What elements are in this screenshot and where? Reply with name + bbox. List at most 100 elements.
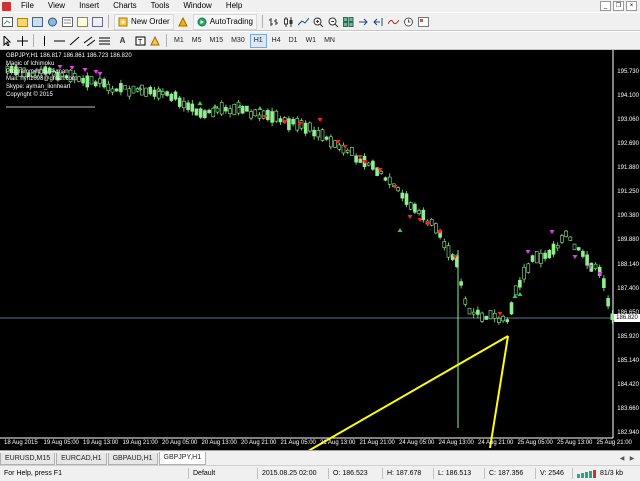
- candle-body: [245, 105, 249, 112]
- menu-insert[interactable]: Insert: [72, 0, 106, 12]
- market-watch-icon[interactable]: [31, 15, 44, 28]
- menu-bar: File View Insert Charts Tools Window Hel…: [0, 0, 640, 12]
- template-icon[interactable]: [417, 15, 430, 28]
- shapes-icon[interactable]: [149, 34, 162, 47]
- menu-file[interactable]: File: [14, 0, 41, 12]
- candle-body: [602, 278, 606, 288]
- x-axis-label: 25 Aug 13:00: [557, 440, 593, 446]
- candle-body: [530, 255, 535, 262]
- channel-icon[interactable]: [83, 34, 96, 47]
- candle-body: [400, 192, 405, 199]
- candle-body: [585, 254, 589, 266]
- y-axis-label: 194.100: [617, 93, 639, 100]
- candle-body: [484, 315, 489, 320]
- scroll-left-icon[interactable]: ◀: [618, 455, 626, 463]
- zoom-out-icon[interactable]: [327, 15, 340, 28]
- candle-body: [459, 281, 463, 286]
- metaeditor-icon[interactable]: [177, 15, 190, 28]
- timeframe-d1[interactable]: D1: [286, 35, 301, 47]
- status-low: L: 186.513: [434, 468, 485, 479]
- horizontal-line-icon[interactable]: [53, 34, 66, 47]
- restore-icon[interactable]: ❐: [613, 1, 624, 11]
- candlestick-icon[interactable]: [282, 15, 295, 28]
- period-icon[interactable]: [402, 15, 415, 28]
- menu-window[interactable]: Window: [176, 0, 218, 12]
- new-chart-icon[interactable]: [1, 15, 14, 28]
- candle-body: [148, 86, 153, 95]
- y-axis-label: 191.880: [617, 165, 639, 172]
- autoscroll-icon[interactable]: [357, 15, 370, 28]
- candle-body: [337, 144, 342, 150]
- price-chart[interactable]: [0, 50, 640, 450]
- timeframe-h1[interactable]: H1: [249, 33, 267, 48]
- chart-shift-icon[interactable]: [372, 15, 385, 28]
- candle-body: [127, 88, 132, 97]
- timeframe-m5[interactable]: M5: [189, 35, 205, 47]
- candle-body: [190, 103, 195, 112]
- candle-body: [581, 250, 585, 257]
- timeframe-m1[interactable]: M1: [171, 35, 187, 47]
- strategy-tester-icon[interactable]: [91, 15, 104, 28]
- arrow-cursor-icon[interactable]: [1, 34, 14, 47]
- minimize-icon[interactable]: _: [600, 1, 611, 11]
- candle-body: [345, 149, 350, 153]
- menu-tools[interactable]: Tools: [144, 0, 177, 12]
- candle-body: [123, 85, 127, 90]
- vertical-line-icon[interactable]: [38, 34, 51, 47]
- new-order-button[interactable]: New Order: [114, 13, 174, 30]
- candle-body: [522, 267, 526, 280]
- candle-body: [295, 118, 300, 131]
- autotrading-button[interactable]: AutoTrading: [192, 13, 257, 30]
- x-axis-label: 24 Aug 13:00: [438, 440, 474, 446]
- candle-body: [593, 263, 598, 269]
- menu-view[interactable]: View: [41, 0, 72, 12]
- label-icon[interactable]: T: [134, 34, 147, 47]
- line-chart-icon[interactable]: [297, 15, 310, 28]
- trendline-icon[interactable]: [68, 34, 81, 47]
- timeframe-w1[interactable]: W1: [303, 35, 320, 47]
- candle-body: [543, 252, 547, 259]
- candle-body: [476, 309, 480, 315]
- candle-body: [429, 218, 434, 226]
- timeframe-m30[interactable]: M30: [228, 35, 248, 47]
- timeframe-h4[interactable]: H4: [269, 35, 284, 47]
- info-line: Mail: nyh1698@gmail.com: [6, 76, 77, 83]
- tab-gbpaud-h1[interactable]: GBPAUD,H1: [107, 453, 158, 465]
- candle-body: [358, 158, 363, 163]
- candle-body: [488, 310, 493, 320]
- candle-body: [316, 130, 321, 138]
- y-axis-label: 189.880: [617, 237, 639, 244]
- candle-body: [526, 263, 531, 273]
- candle-body: [98, 78, 102, 84]
- menu-help[interactable]: Help: [219, 0, 249, 12]
- candle-body: [186, 102, 190, 111]
- chart-window[interactable]: GBPJPY,H1 186.817 186.861 186.723 186.82…: [0, 50, 640, 450]
- data-window-icon[interactable]: [61, 15, 74, 28]
- candle-body: [270, 111, 274, 123]
- text-icon[interactable]: A: [113, 34, 132, 47]
- menu-charts[interactable]: Charts: [106, 0, 144, 12]
- candle-body: [173, 91, 178, 100]
- indicators-icon[interactable]: [387, 15, 400, 28]
- tab-eurcad-h1[interactable]: EURCAD,H1: [56, 453, 107, 465]
- candle-body: [513, 285, 518, 296]
- x-axis-label: 19 Aug 21:00: [122, 440, 158, 446]
- candle-body: [308, 122, 312, 132]
- timeframe-m15[interactable]: M15: [206, 35, 226, 47]
- info-line: Magic of Ichimoku: [6, 61, 55, 67]
- chart-tabs: EURUSD,M15 EURCAD,H1 GBPAUD,H1 GBPJPY,H1…: [0, 450, 640, 465]
- bar-chart-icon[interactable]: [267, 15, 280, 28]
- separator: [166, 34, 167, 47]
- timeframe-mn[interactable]: MN: [321, 35, 338, 47]
- tab-eurusd-m15[interactable]: EURUSD,M15: [0, 453, 56, 465]
- fibonacci-icon[interactable]: [98, 34, 111, 47]
- tab-gbpjpy-h1[interactable]: GBPJPY,H1: [158, 452, 207, 465]
- close-icon[interactable]: ×: [626, 1, 637, 11]
- scroll-right-icon[interactable]: ▶: [628, 455, 636, 463]
- navigator-icon[interactable]: [46, 15, 59, 28]
- tile-windows-icon[interactable]: [342, 15, 355, 28]
- zoom-in-icon[interactable]: [312, 15, 325, 28]
- terminal-icon[interactable]: [76, 15, 89, 28]
- profiles-icon[interactable]: [16, 15, 29, 28]
- crosshair-icon[interactable]: [16, 34, 29, 47]
